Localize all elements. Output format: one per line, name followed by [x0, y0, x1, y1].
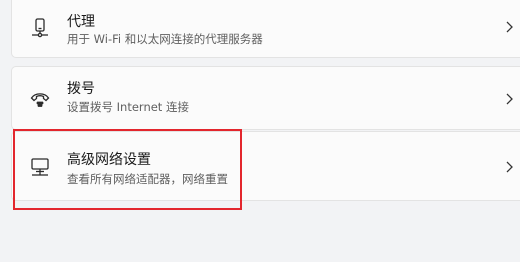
advanced-network-description: 查看所有网络适配器，网络重置 — [67, 172, 228, 186]
chevron-right-icon — [504, 20, 514, 34]
settings-item-proxy[interactable]: 代理 用于 Wi-Fi 和以太网连接的代理服务器 — [11, 0, 520, 58]
settings-item-dialup[interactable]: 拨号 设置拨号 Internet 连接 — [11, 66, 520, 130]
proxy-description: 用于 Wi-Fi 和以太网连接的代理服务器 — [67, 32, 263, 46]
advanced-network-title: 高级网络设置 — [67, 152, 151, 168]
dialup-description: 设置拨号 Internet 连接 — [67, 100, 189, 114]
chevron-right-icon — [504, 160, 514, 174]
dialup-icon — [29, 87, 51, 109]
proxy-title: 代理 — [67, 14, 95, 30]
proxy-icon — [29, 17, 51, 39]
chevron-right-icon — [504, 92, 514, 106]
dialup-title: 拨号 — [67, 81, 95, 97]
settings-item-advanced-network[interactable]: 高级网络设置 查看所有网络适配器，网络重置 — [11, 131, 520, 201]
network-adapter-icon — [29, 156, 51, 178]
